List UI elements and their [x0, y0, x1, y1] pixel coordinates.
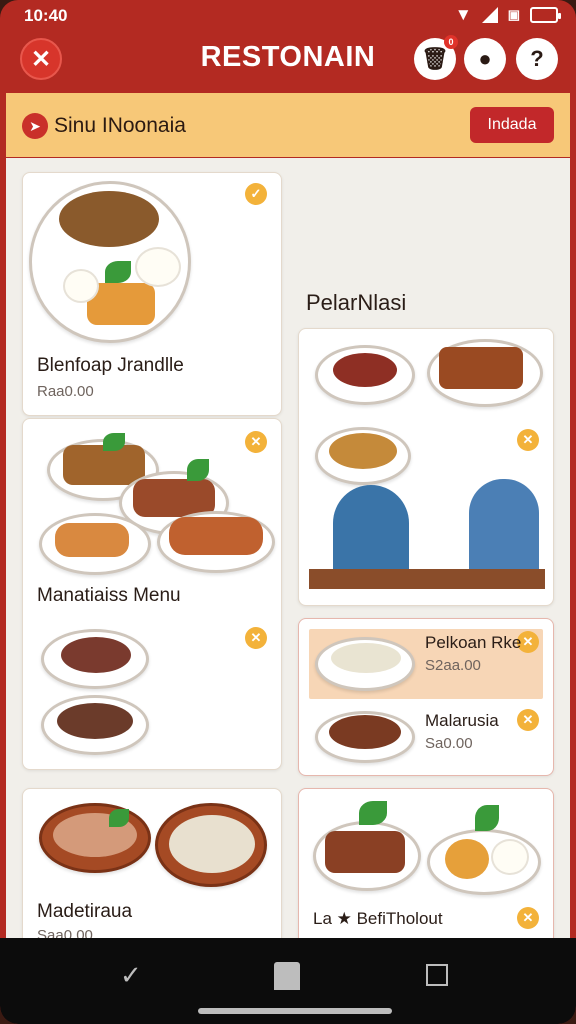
- location-banner: ➤ Sinu INoonaia Indada: [6, 93, 570, 157]
- menu-card[interactable]: ✕ Pelkoan Rke S2aa.00 ✕ Malarusia Sa0.00: [298, 618, 554, 776]
- location-icon: ➤: [22, 113, 48, 139]
- card-price: Sa0.00: [425, 735, 473, 752]
- diner-image: [469, 479, 539, 575]
- food-image: [333, 353, 397, 387]
- signal-icon: [481, 7, 498, 23]
- card-title: La ★ BefiTholout: [313, 909, 443, 928]
- help-icon: ?: [530, 46, 544, 71]
- check-badge-icon[interactable]: ✕: [245, 431, 267, 453]
- app-frame: 10:40 ▼ ▣ ✕ RESTONAIN 🗑 0 ● ? ➤ Sinu INo…: [0, 0, 576, 1024]
- menu-card[interactable]: ✕ Manatiaiss Menu ✕: [22, 418, 282, 770]
- card-title: Malarusia: [425, 711, 499, 730]
- check-badge-icon[interactable]: ✕: [245, 627, 267, 649]
- food-image: [491, 839, 529, 875]
- recents-icon[interactable]: [426, 964, 448, 986]
- user-icon: ●: [478, 46, 492, 71]
- card-price: S2aa.00: [425, 657, 481, 674]
- user-button[interactable]: ●: [464, 38, 506, 80]
- food-image: [475, 805, 499, 831]
- check-badge-icon[interactable]: ✕: [517, 907, 539, 929]
- cart-badge: 0: [444, 35, 458, 49]
- status-icons: ▼ ▣: [454, 5, 561, 25]
- status-time: 10:40: [24, 6, 68, 25]
- food-image: [359, 801, 387, 825]
- app-header: ✕ RESTONAIN 🗑 0 ● ?: [0, 32, 576, 92]
- food-image: [105, 261, 131, 283]
- card-title: Pelkoan Rke: [425, 633, 522, 652]
- check-badge-icon[interactable]: ✕: [517, 709, 539, 731]
- banner-action-button[interactable]: Indada: [470, 107, 554, 143]
- system-nav-bar: ✓: [0, 938, 576, 1024]
- cart-button[interactable]: 🗑 0: [414, 35, 458, 80]
- food-image: [325, 831, 405, 873]
- card-price: Raa0.00: [37, 383, 94, 400]
- check-badge-icon[interactable]: ✕: [517, 429, 539, 451]
- card-title: Blenfoap Jrandlle: [37, 355, 184, 376]
- card-title: Madetiraua: [37, 901, 133, 922]
- help-button[interactable]: ?: [516, 38, 558, 80]
- check-badge-icon[interactable]: ✓: [245, 183, 267, 205]
- food-image: [59, 191, 159, 247]
- food-image: [329, 715, 401, 749]
- food-image: [63, 445, 145, 485]
- food-image: [109, 809, 129, 827]
- food-image: [439, 347, 523, 389]
- food-image: [57, 703, 133, 739]
- food-image: [103, 433, 125, 451]
- table-image: [309, 569, 545, 589]
- food-image: [329, 433, 397, 469]
- diner-image: [333, 485, 409, 575]
- food-image: [169, 517, 263, 555]
- data-icon: ▣: [507, 7, 520, 22]
- menu-card[interactable]: La ★ BefiTholout ✕: [298, 788, 554, 948]
- card-title: Manatiaiss Menu: [37, 585, 181, 606]
- menu-grid[interactable]: ✓ Blenfoap Jrandlle Raa0.00 ✕ Manatiaiss…: [6, 158, 570, 948]
- menu-card[interactable]: ✓ Blenfoap Jrandlle Raa0.00: [22, 172, 282, 416]
- battery-icon: [530, 7, 561, 23]
- food-image: [61, 637, 131, 673]
- location-text: Sinu INoonaia: [54, 114, 186, 137]
- food-image: [55, 523, 129, 557]
- food-image: [331, 643, 401, 673]
- home-icon[interactable]: [274, 962, 300, 990]
- food-image: [445, 839, 489, 879]
- wifi-icon: ▼: [454, 5, 472, 24]
- cart-icon: 🗑: [421, 46, 449, 71]
- menu-card[interactable]: Madetiraua Saa0.00: [22, 788, 282, 948]
- food-image: [63, 269, 99, 303]
- food-image: [135, 247, 181, 287]
- section-heading: PelarNlasi: [306, 290, 407, 315]
- food-image: [169, 815, 255, 873]
- menu-card[interactable]: ✕: [298, 328, 554, 606]
- back-icon[interactable]: ✓: [120, 960, 142, 991]
- food-image: [187, 459, 209, 481]
- gesture-pill[interactable]: [198, 1008, 392, 1014]
- status-bar: 10:40 ▼ ▣: [0, 0, 576, 32]
